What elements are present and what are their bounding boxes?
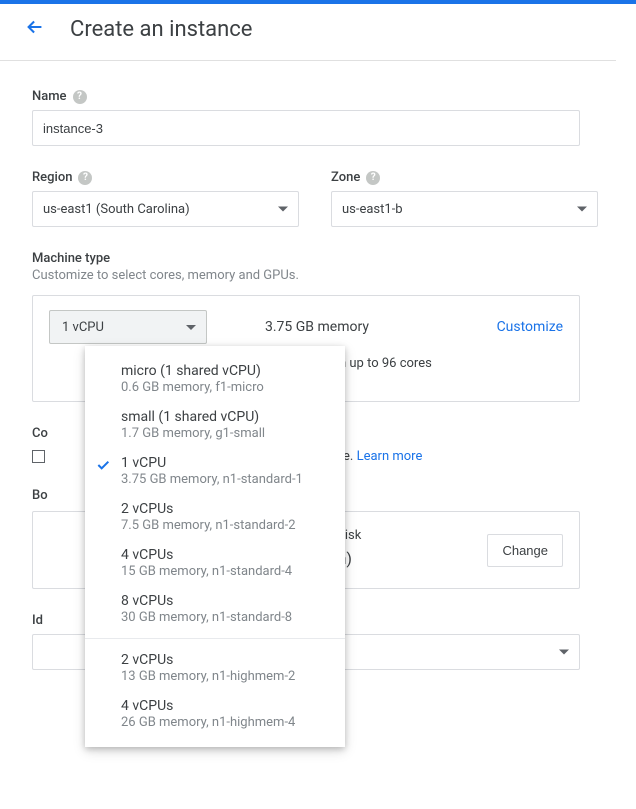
identity-label-text: Id [32, 613, 43, 628]
memory-text: 3.75 GB memory [265, 319, 369, 335]
vcpu-option[interactable]: 2 vCPUs7.5 GB memory, n1-standard-2 [85, 494, 345, 540]
boot-disk-label-text: Bo [32, 488, 48, 503]
vcpu-option-sub: 1.7 GB memory, g1-small [121, 426, 327, 441]
machine-type-label: Machine type [32, 251, 616, 266]
region-label: Region ? [32, 170, 317, 185]
vcpu-option-sub: 3.75 GB memory, n1-standard-1 [121, 472, 327, 487]
container-label-text: Co [32, 426, 48, 441]
vcpu-option[interactable]: 4 vCPUs26 GB memory, n1-highmem-4 [85, 691, 345, 737]
name-label: Name ? [32, 89, 616, 104]
vcpu-option-title: 4 vCPUs [121, 698, 327, 714]
change-button[interactable]: Change [487, 534, 563, 567]
vcpu-option[interactable]: 4 vCPUs15 GB memory, n1-standard-4 [85, 540, 345, 586]
vcpu-option-sub: 26 GB memory, n1-highmem-4 [121, 715, 327, 730]
machine-type-sublabel: Customize to select cores, memory and GP… [32, 268, 616, 283]
vcpu-dropdown-menu: micro (1 shared vCPU)0.6 GB memory, f1-m… [85, 346, 345, 747]
vcpu-option-sub: 13 GB memory, n1-highmem-2 [121, 669, 327, 684]
machine-type-label-text: Machine type [32, 251, 110, 266]
help-icon[interactable]: ? [366, 171, 380, 185]
caret-down-icon [186, 320, 196, 335]
vcpu-option[interactable]: 1 vCPU3.75 GB memory, n1-standard-1 [85, 448, 345, 494]
vcpu-option-title: 1 vCPU [121, 455, 327, 471]
page-title: Create an instance [70, 17, 252, 42]
vcpu-option[interactable]: 8 vCPUs30 GB memory, n1-standard-8 [85, 586, 345, 632]
vcpu-option[interactable]: 2 vCPUs13 GB memory, n1-highmem-2 [85, 645, 345, 691]
region-value: us-east1 (South Carolina) [43, 202, 190, 217]
vcpu-option-sub: 0.6 GB memory, f1-micro [121, 380, 327, 395]
page-header: Create an instance [0, 4, 636, 60]
vcpu-option[interactable]: small (1 shared vCPU)1.7 GB memory, g1-s… [85, 402, 345, 448]
vcpu-option-sub: 30 GB memory, n1-standard-8 [121, 610, 327, 625]
check-icon [95, 457, 111, 477]
name-input[interactable] [32, 110, 580, 146]
zone-select[interactable]: us-east1-b [331, 191, 598, 227]
vcpu-option-title: 2 vCPUs [121, 501, 327, 517]
vcpu-option-title: small (1 shared vCPU) [121, 409, 327, 425]
zone-value: us-east1-b [342, 202, 403, 217]
vcpu-option-title: micro (1 shared vCPU) [121, 363, 327, 379]
learn-more-link[interactable]: Learn more [357, 449, 423, 464]
vcpu-option-title: 8 vCPUs [121, 593, 327, 609]
caret-down-icon [577, 202, 587, 217]
customize-link[interactable]: Customize [497, 319, 563, 335]
caret-down-icon [559, 645, 569, 660]
menu-divider [85, 638, 345, 639]
vcpu-select-value: 1 vCPU [62, 320, 104, 335]
vcpu-option-sub: 15 GB memory, n1-standard-4 [121, 564, 327, 579]
region-label-text: Region [32, 170, 72, 185]
container-checkbox[interactable] [32, 450, 45, 463]
vcpu-option-sub: 7.5 GB memory, n1-standard-2 [121, 518, 327, 533]
caret-down-icon [278, 202, 288, 217]
region-select[interactable]: us-east1 (South Carolina) [32, 191, 299, 227]
vcpu-option[interactable]: micro (1 shared vCPU)0.6 GB memory, f1-m… [85, 356, 345, 402]
help-icon[interactable]: ? [73, 90, 87, 104]
help-icon[interactable]: ? [78, 171, 92, 185]
vcpu-option-title: 4 vCPUs [121, 547, 327, 563]
zone-label-text: Zone [331, 170, 360, 185]
back-arrow-icon[interactable] [24, 16, 46, 42]
vcpu-option-title: 2 vCPUs [121, 652, 327, 668]
vcpu-select[interactable]: 1 vCPU [49, 310, 207, 344]
name-label-text: Name [32, 89, 67, 104]
zone-label: Zone ? [331, 170, 616, 185]
